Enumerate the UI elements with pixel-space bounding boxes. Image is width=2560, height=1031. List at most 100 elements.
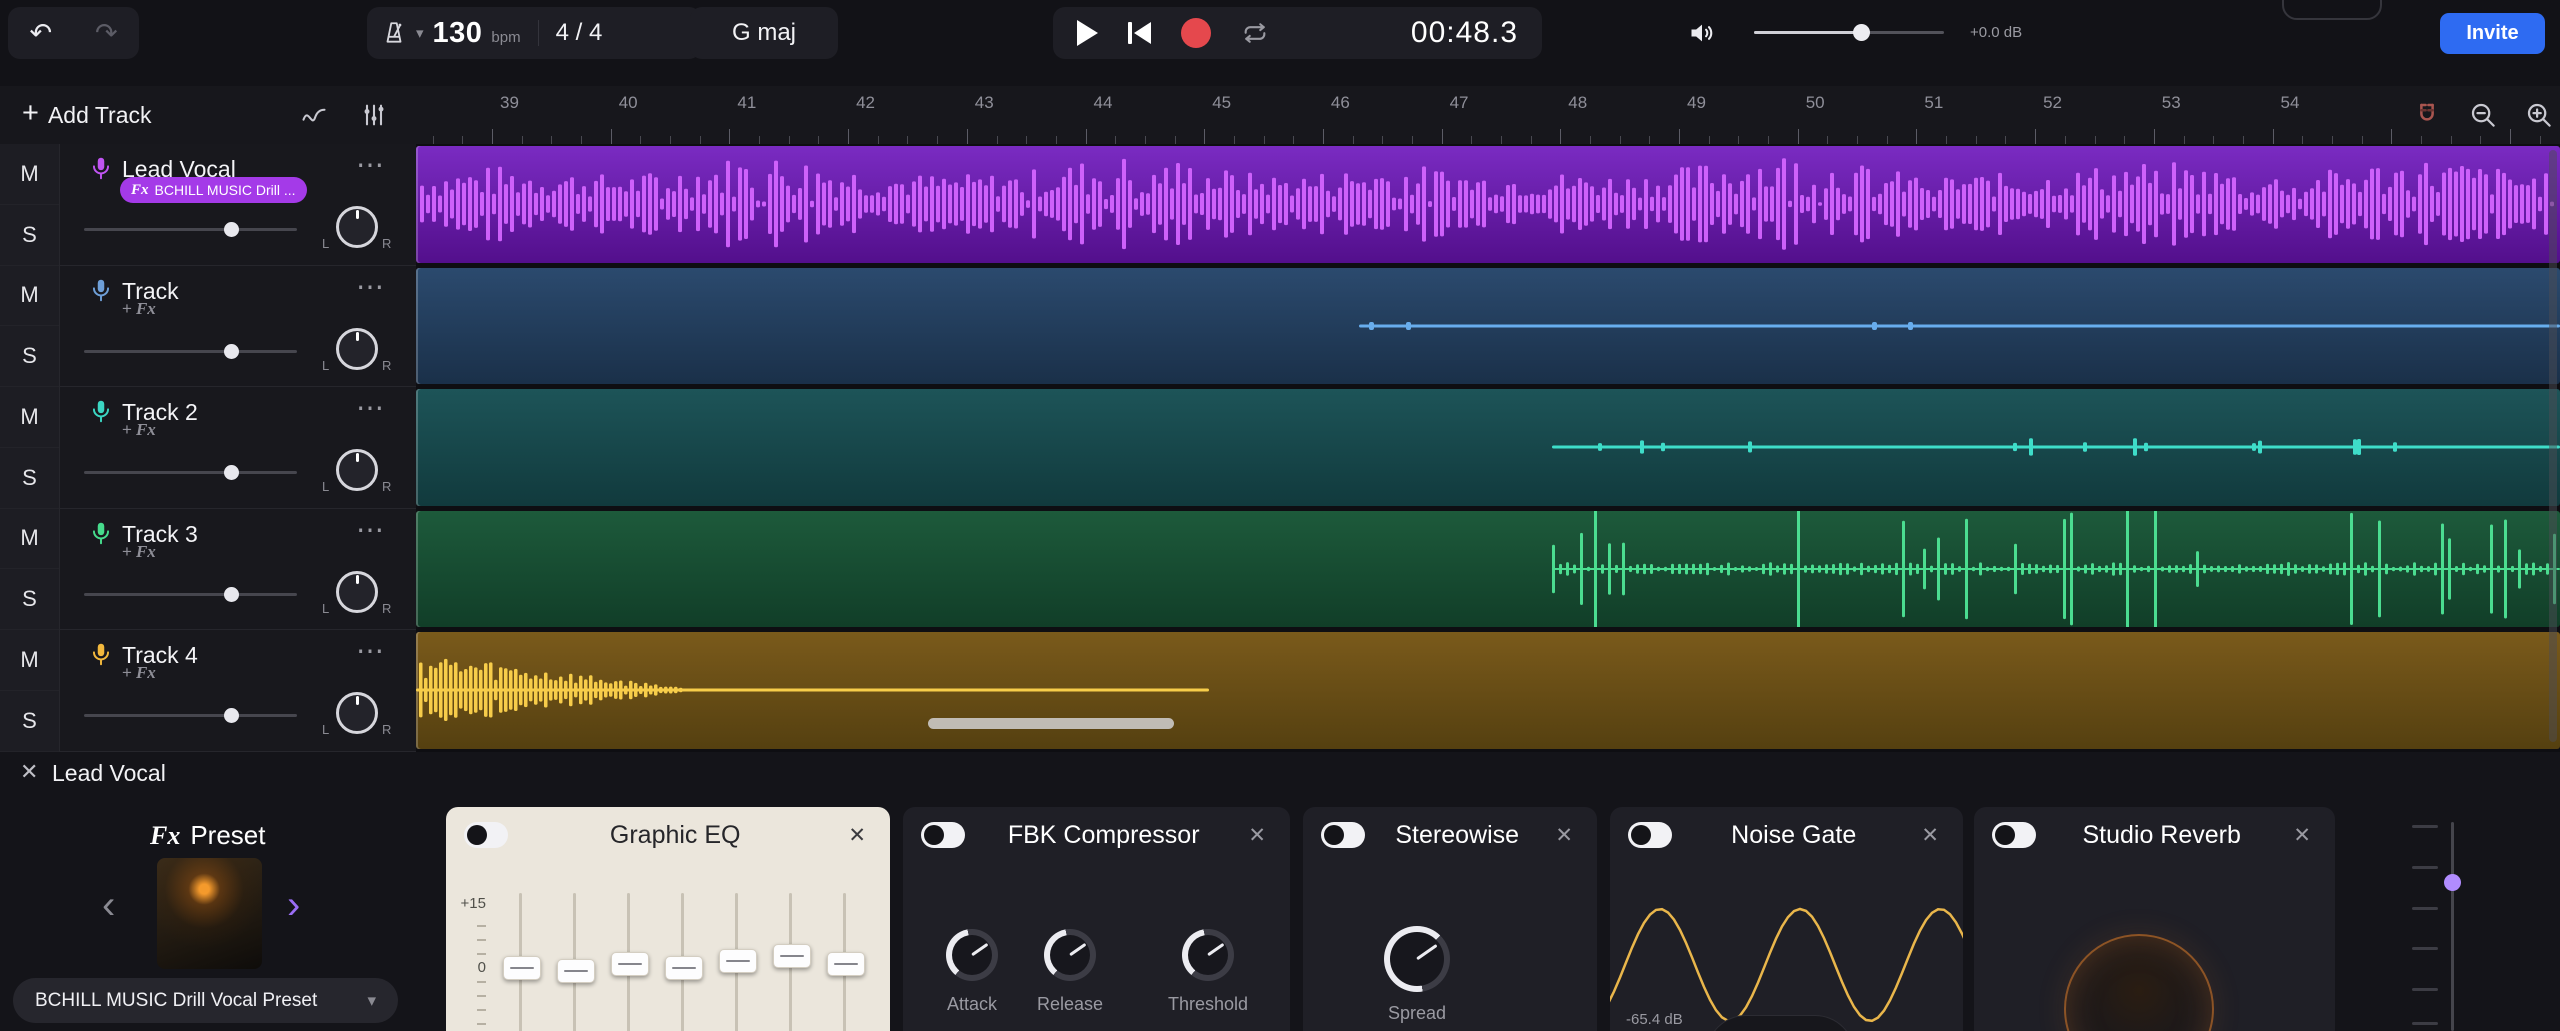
master-fader[interactable] [2451,822,2454,1031]
key-button[interactable]: G maj [690,7,838,59]
reverb-visual [2064,934,2214,1031]
spread-knob[interactable] [1384,926,1450,992]
effect-power-toggle[interactable] [464,822,508,848]
eq-band-handle[interactable] [557,959,595,983]
solo-button[interactable]: S [0,326,59,387]
add-fx-button[interactable]: +Fx [122,420,156,440]
audio-region[interactable] [416,268,2560,385]
effect-power-toggle[interactable] [1628,822,1672,848]
effect-close-button[interactable]: ✕ [842,822,872,849]
track-menu-button[interactable]: ⋯ [356,270,386,303]
skip-to-start-button[interactable] [1128,22,1151,44]
play-button[interactable] [1077,20,1098,46]
mute-button[interactable]: M [0,509,59,570]
track-menu-button[interactable]: ⋯ [356,634,386,667]
track-volume-slider[interactable] [84,228,297,231]
release-knob[interactable] [1044,929,1096,981]
track-volume-slider[interactable] [84,714,297,717]
horizontal-scrollbar[interactable] [928,718,1174,729]
zoom-in-icon[interactable] [2524,100,2554,130]
track-menu-button[interactable]: ⋯ [356,391,386,424]
effect-close-button[interactable]: ✕ [2287,822,2317,849]
track-fx-preset-badge[interactable]: FxBCHILL MUSIC Drill ... [120,177,307,203]
eq-band-handle[interactable] [665,956,703,980]
eq-band-handle[interactable] [719,949,757,973]
redo-button[interactable]: ↷ [87,16,126,51]
timeline-ruler[interactable]: 39404142434445464748495051525354 [416,86,2560,144]
audio-region[interactable] [416,389,2560,506]
track-header[interactable]: Track 3⋯+FxLR [60,509,416,631]
magnet-snap-icon[interactable] [2412,100,2442,130]
volume-slider-knob[interactable] [1853,24,1870,41]
effect-power-toggle[interactable] [1321,822,1365,848]
track-volume-knob[interactable] [224,344,239,359]
solo-button[interactable]: S [0,691,59,752]
solo-button[interactable]: S [0,569,59,630]
effect-close-button[interactable]: ✕ [1915,822,1945,849]
add-track-button[interactable]: + Add Track [16,97,157,133]
track-menu-button[interactable]: ⋯ [356,513,386,546]
mute-button[interactable]: M [0,144,59,205]
timeline-lanes [416,144,2560,752]
add-fx-button[interactable]: +Fx [122,299,156,319]
close-panel-button[interactable]: ✕ [14,758,44,786]
pan-knob[interactable] [336,328,378,370]
eq-band-handle[interactable] [611,952,649,976]
track-volume-knob[interactable] [224,587,239,602]
pan-knob[interactable] [336,571,378,613]
audio-region[interactable] [416,511,2560,628]
undo-button[interactable]: ↶ [21,16,60,51]
track-volume-slider[interactable] [84,471,297,474]
attack-knob[interactable] [946,929,998,981]
track-volume-slider[interactable] [84,593,297,596]
mute-button[interactable]: M [0,387,59,448]
effect-power-toggle[interactable] [1992,822,2036,848]
audio-region[interactable] [416,146,2560,263]
track-header[interactable]: Lead Vocal⋯FxBCHILL MUSIC Drill ...LR [60,144,416,266]
metronome-icon[interactable] [381,20,407,46]
preset-dropdown[interactable]: BCHILL MUSIC Drill Vocal Preset ▾ [13,978,398,1023]
automation-icon[interactable] [300,101,328,129]
chevron-down-icon[interactable]: ▾ [416,24,424,42]
track-volume-knob[interactable] [224,708,239,723]
track-volume-knob[interactable] [224,465,239,480]
audio-region[interactable] [416,632,2560,749]
mixer-icon[interactable] [360,101,388,129]
track-header[interactable]: Track⋯+FxLR [60,266,416,388]
track-header[interactable]: Track 2⋯+FxLR [60,387,416,509]
track-volume-slider[interactable] [84,350,297,353]
time-signature-button[interactable]: 4 / 4 [556,19,603,47]
record-button[interactable] [1181,18,1211,48]
preset-previous-button[interactable]: ‹ [96,882,121,929]
eq-band-handle[interactable] [503,956,541,980]
invite-button[interactable]: Invite [2440,13,2545,54]
pan-knob[interactable] [336,206,378,248]
add-fx-button[interactable]: +Fx [122,663,156,683]
zoom-out-icon[interactable] [2468,100,2498,130]
eq-band-handle[interactable] [827,952,865,976]
preset-thumbnail[interactable] [157,858,262,969]
volume-slider[interactable] [1754,31,1944,34]
track-menu-button[interactable]: ⋯ [356,148,386,181]
solo-button[interactable]: S [0,448,59,509]
eq-band-handle[interactable] [773,944,811,968]
master-fader-knob[interactable] [2444,874,2461,891]
collaborators-pill-partial[interactable] [2282,0,2382,20]
effect-power-toggle[interactable] [921,822,965,848]
track-volume-knob[interactable] [224,222,239,237]
mute-button[interactable]: M [0,266,59,327]
vertical-scrollbar[interactable] [2549,150,2557,742]
loop-icon[interactable] [1241,19,1269,47]
effect-close-button[interactable]: ✕ [1549,822,1579,849]
bpm-value[interactable]: 130 [433,17,483,50]
track-header[interactable]: Track 4⋯+FxLR [60,630,416,752]
effect-close-button[interactable]: ✕ [1242,822,1272,849]
pan-knob[interactable] [336,449,378,491]
solo-button[interactable]: S [0,205,59,266]
pan-knob[interactable] [336,692,378,734]
mute-button[interactable]: M [0,630,59,691]
threshold-knob[interactable] [1182,929,1234,981]
preset-next-button[interactable]: › [281,882,306,929]
speaker-icon[interactable] [1688,19,1716,47]
add-fx-button[interactable]: +Fx [122,542,156,562]
